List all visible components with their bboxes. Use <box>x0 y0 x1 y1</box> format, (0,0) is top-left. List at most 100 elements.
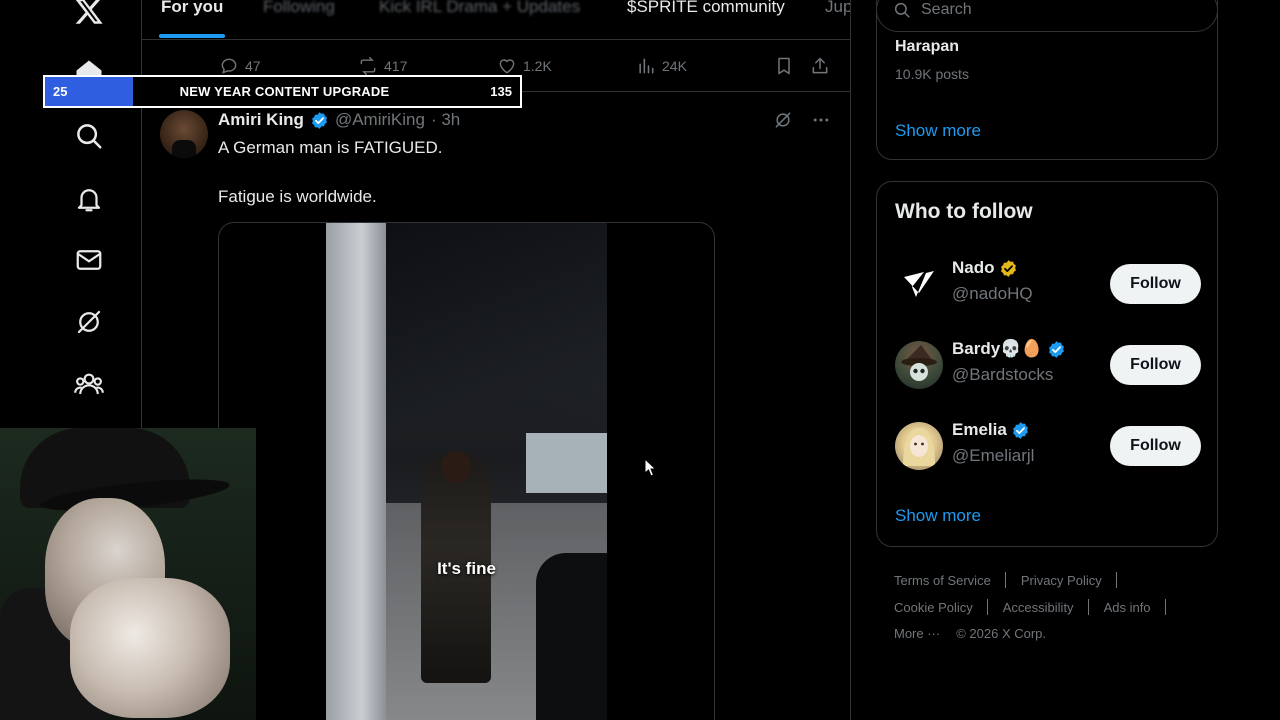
footer-row: More ··· © 2026 X Corp. <box>894 626 1224 641</box>
tab-sprite-community[interactable]: $SPRITE community <box>627 0 785 17</box>
ads-info-link[interactable]: Ads info <box>1104 600 1151 615</box>
suggestion-name-text: Bardy💀🥚 <box>952 339 1043 358</box>
repost-icon <box>360 56 376 76</box>
who-to-follow-show-more-link[interactable]: Show more <box>895 506 981 526</box>
who-to-follow-title: Who to follow <box>895 200 1033 223</box>
reply-icon <box>221 58 237 74</box>
suggestion-handle[interactable]: @Emeliarjl <box>952 446 1034 466</box>
share-button[interactable] <box>810 56 830 76</box>
timeline-tabs: For you Following Kick IRL Drama + Updat… <box>142 0 850 40</box>
heart-icon <box>499 59 515 74</box>
avatar[interactable] <box>895 422 943 470</box>
follow-button[interactable]: Follow <box>1110 264 1201 304</box>
author-avatar[interactable] <box>160 110 208 158</box>
who-to-follow-card: Who to follow Nado @nadoHQ Follow Bardy💀… <box>876 181 1218 547</box>
x-logo-icon[interactable] <box>72 0 106 28</box>
trends-show-more-link[interactable]: Show more <box>895 121 981 141</box>
repost-button[interactable]: 417 <box>358 56 407 76</box>
video-frame-street <box>526 433 607 493</box>
post-time[interactable]: · 3h <box>431 110 460 130</box>
video-player[interactable]: It's fine <box>326 223 607 720</box>
post-header: Amiri King @AmiriKing · 3h <box>218 110 460 130</box>
post-media[interactable]: It's fine <box>218 222 715 720</box>
reply-button[interactable]: 47 <box>219 56 261 76</box>
nado-logo-icon <box>895 260 943 308</box>
stream-goal-bar: 25 NEW YEAR CONTENT UPGRADE 135 <box>43 75 522 108</box>
tab-for-you[interactable]: For you <box>161 0 223 17</box>
tab-jup[interactable]: Jup <box>825 0 850 17</box>
post-text-line-1: A German man is FATIGUED. <box>218 138 443 157</box>
active-tab-indicator <box>159 34 225 38</box>
more-options-icon[interactable] <box>811 110 831 130</box>
tab-kick-irl-drama[interactable]: Kick IRL Drama + Updates <box>379 0 580 17</box>
cookie-policy-link[interactable]: Cookie Policy <box>894 600 973 615</box>
like-button[interactable]: 1.2K <box>497 56 552 76</box>
sidebar-footer: Terms of Service Privacy Policy Cookie P… <box>894 572 1224 652</box>
footer-row: Terms of Service Privacy Policy <box>894 572 1224 588</box>
communities-icon[interactable] <box>72 367 106 401</box>
more-link[interactable]: More ··· <box>894 626 940 641</box>
verified-badge-icon <box>312 111 327 129</box>
webcam-hands <box>70 578 230 718</box>
suggestion-name[interactable]: Emelia <box>952 420 1030 440</box>
suggestion-name[interactable]: Bardy💀🥚 <box>952 339 1066 359</box>
video-frame-person-head <box>441 451 471 483</box>
stream-goal-target: 135 <box>490 84 512 99</box>
footer-divider <box>1087 599 1089 615</box>
post-text-line-2: Fatigue is worldwide. <box>218 187 377 206</box>
author-handle[interactable]: @AmiriKing <box>335 110 425 130</box>
follow-suggestion[interactable]: Emelia @Emeliarjl Follow <box>895 420 1201 476</box>
search-icon <box>894 2 910 18</box>
stream-goal-title: NEW YEAR CONTENT UPGRADE <box>179 84 390 99</box>
search-box[interactable] <box>876 0 1218 32</box>
share-icon <box>812 57 828 74</box>
like-count: 1.2K <box>523 58 552 74</box>
verified-badge-icon <box>1048 340 1064 358</box>
grok-icon[interactable] <box>72 305 106 339</box>
tab-following[interactable]: Following <box>263 0 335 17</box>
views-button[interactable]: 24K <box>636 56 687 76</box>
grok-icon[interactable] <box>773 110 793 130</box>
trend-post-count: 10.9K posts <box>895 66 969 82</box>
search-input[interactable] <box>921 1 1181 19</box>
video-frame-awning <box>366 223 607 423</box>
post-tools <box>773 110 831 130</box>
trend-name[interactable]: Harapan <box>895 38 959 56</box>
privacy-link[interactable]: Privacy Policy <box>1021 573 1102 588</box>
reply-count: 47 <box>245 58 261 74</box>
follow-suggestion[interactable]: Bardy💀🥚 @Bardstocks Follow <box>895 339 1201 395</box>
messages-envelope-icon[interactable] <box>72 243 106 277</box>
suggestion-name-text: Emelia <box>952 420 1007 439</box>
repost-count: 417 <box>384 58 408 74</box>
footer-divider <box>1164 599 1166 615</box>
video-caption: It's fine <box>437 559 496 578</box>
mouse-cursor-icon <box>644 458 657 477</box>
suggestion-name[interactable]: Nado <box>952 258 1018 278</box>
right-sidebar: Harapan 10.9K posts Show more Who to fol… <box>851 0 1280 720</box>
gold-verified-badge-icon <box>1000 259 1016 277</box>
suggestion-handle[interactable]: @nadoHQ <box>952 284 1033 304</box>
verified-badge-icon <box>1012 421 1028 439</box>
terms-link[interactable]: Terms of Service <box>894 573 991 588</box>
bookmark-button[interactable] <box>774 56 794 76</box>
avatar[interactable] <box>895 260 943 308</box>
follow-button[interactable]: Follow <box>1110 345 1201 385</box>
author-name[interactable]: Amiri King <box>218 110 304 130</box>
footer-divider <box>1004 572 1006 588</box>
notifications-bell-icon[interactable] <box>72 182 106 216</box>
footer-divider <box>986 599 988 615</box>
suggestion-handle[interactable]: @Bardstocks <box>952 365 1053 385</box>
webcam-overlay <box>0 428 256 720</box>
avatar[interactable] <box>895 341 943 389</box>
view-count: 24K <box>662 58 687 74</box>
follow-button[interactable]: Follow <box>1110 426 1201 466</box>
search-icon[interactable] <box>72 119 106 153</box>
footer-row: Cookie Policy Accessibility Ads info <box>894 599 1224 615</box>
bookmark-icon <box>778 57 790 75</box>
suggestion-name-text: Nado <box>952 258 995 277</box>
analytics-icon <box>639 58 654 74</box>
wizard-skull-avatar-icon <box>901 345 937 381</box>
follow-suggestion[interactable]: Nado @nadoHQ Follow <box>895 258 1201 314</box>
copyright: © 2026 X Corp. <box>956 626 1047 641</box>
accessibility-link[interactable]: Accessibility <box>1003 600 1074 615</box>
